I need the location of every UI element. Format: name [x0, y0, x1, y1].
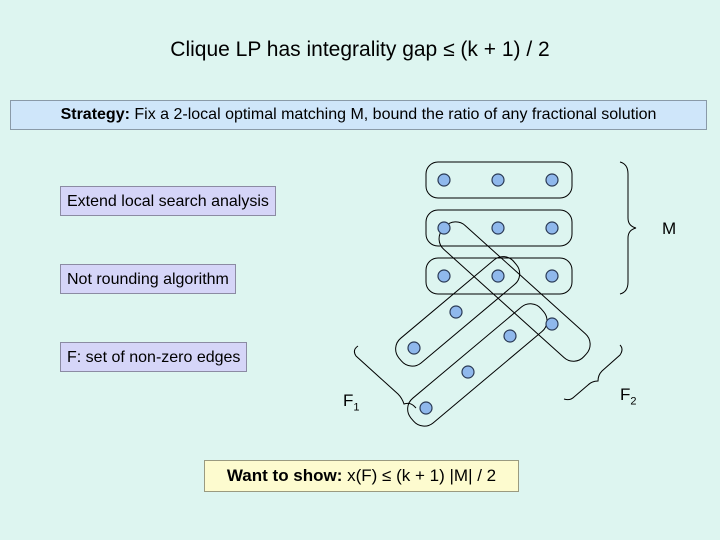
vertex — [437, 173, 451, 187]
vertex — [437, 269, 451, 283]
want-label: Want to show: — [226, 466, 343, 485]
label-f1-base: F — [343, 391, 354, 410]
vertex — [545, 173, 559, 187]
vertex — [419, 401, 433, 415]
vertex — [491, 173, 505, 187]
vertex — [491, 221, 505, 235]
vertex — [407, 341, 421, 355]
vertex — [437, 221, 451, 235]
brace-f2 — [563, 344, 623, 401]
label-f2-sub: 2 — [630, 395, 637, 408]
label-f2-base: F — [620, 385, 631, 404]
hypergraph-diagram — [353, 161, 637, 427]
vertex — [545, 269, 559, 283]
label-f2: F2 — [620, 385, 637, 407]
want-to-show-box: Want to show: x(F) ≤ (k + 1) |M| / 2 — [204, 460, 519, 492]
vertex — [491, 269, 505, 283]
label-f1: F1 — [343, 391, 360, 413]
vertex — [545, 221, 559, 235]
vertex — [503, 329, 517, 343]
label-m: M — [662, 219, 677, 238]
brace-f1 — [353, 345, 417, 409]
vertex — [545, 317, 559, 331]
label-f1-sub: 1 — [353, 401, 360, 414]
vertex — [461, 365, 475, 379]
want-text: x(F) ≤ (k + 1) |M| / 2 — [342, 466, 497, 485]
vertex — [449, 305, 463, 319]
brace-m — [619, 161, 637, 295]
